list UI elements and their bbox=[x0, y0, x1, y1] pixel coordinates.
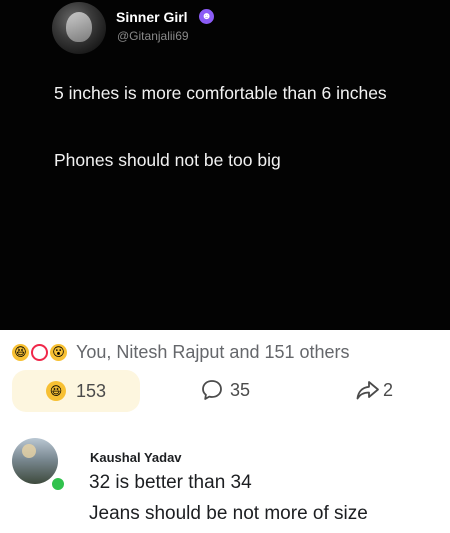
comment-button[interactable]: 35 bbox=[200, 378, 250, 402]
avatar-face bbox=[66, 12, 92, 42]
avatar[interactable] bbox=[12, 438, 58, 484]
share-arrow-icon bbox=[356, 381, 379, 400]
comment-text-line1: 32 is better than 34 bbox=[89, 472, 252, 493]
wow-emoji-icon: 😮 bbox=[50, 343, 67, 361]
devil-emoji-icon: ☻ bbox=[199, 9, 214, 24]
laugh-emoji-icon: 😆 bbox=[12, 343, 29, 361]
comment-item: Kaushal Yadav 32 is better than 34 Jeans… bbox=[0, 430, 450, 533]
reaction-count: 153 bbox=[75, 380, 107, 401]
love-heart-icon bbox=[31, 343, 48, 361]
tweet-author-name[interactable]: Sinner Girl bbox=[116, 9, 188, 25]
reactions-summary[interactable]: 😆 😮 You, Nitesh Rajput and 151 others bbox=[12, 340, 350, 364]
share-button[interactable]: 2 bbox=[355, 378, 393, 402]
react-button[interactable]: 😆 153 bbox=[12, 370, 140, 412]
laugh-emoji-icon: 😆 bbox=[45, 381, 66, 401]
tweet-text-line1: 5 inches is more comfortable than 6 inch… bbox=[54, 83, 387, 103]
tweet-text-line2: Phones should not be too big bbox=[54, 150, 281, 170]
comment-author-name[interactable]: Kaushal Yadav bbox=[90, 450, 182, 465]
tweet-author-handle[interactable]: @Gitanjalii69 bbox=[117, 29, 189, 43]
comment-bubble-icon bbox=[202, 380, 222, 400]
online-status-indicator bbox=[50, 476, 66, 492]
action-bar: 😆 153 35 2 bbox=[0, 370, 450, 412]
embedded-tweet-image[interactable]: Sinner Girl ☻ @Gitanjalii69 5 inches is … bbox=[0, 0, 450, 330]
comment-count: 35 bbox=[230, 379, 251, 400]
share-count: 2 bbox=[383, 379, 394, 400]
tweet-author-avatar[interactable] bbox=[52, 2, 106, 54]
avatar-detail bbox=[22, 444, 36, 458]
reactions-summary-text[interactable]: You, Nitesh Rajput and 151 others bbox=[76, 342, 350, 363]
comment-text-line2: Jeans should be not more of size bbox=[89, 503, 368, 524]
